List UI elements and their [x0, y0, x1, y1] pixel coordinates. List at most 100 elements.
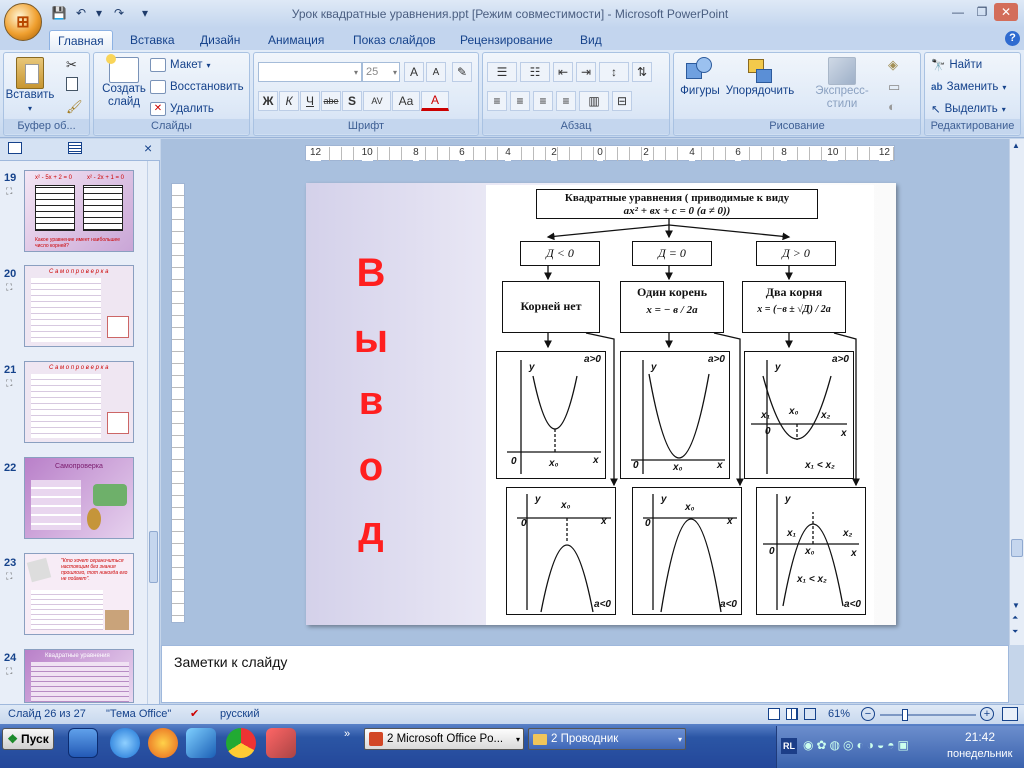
tab-home[interactable]: Главная: [49, 30, 113, 52]
tab-insert[interactable]: Вставка: [122, 30, 183, 50]
align-right-icon[interactable]: ≡: [533, 91, 553, 111]
slide-thumbnail-23[interactable]: "Кто хочет ограничиться настоящим без зн…: [24, 553, 134, 635]
columns-icon[interactable]: ▥: [579, 91, 609, 111]
char-spacing-button[interactable]: AV: [363, 91, 391, 111]
undo-icon[interactable]: ↶: [72, 4, 90, 22]
increase-indent-icon[interactable]: ⇥: [576, 62, 596, 82]
text-direction-icon[interactable]: ⇅: [632, 62, 652, 82]
align-text-icon[interactable]: ⊟: [612, 91, 632, 111]
replace-button[interactable]: ab Заменить ▾: [931, 77, 1006, 97]
tab-slideshow[interactable]: Показ слайдов: [345, 30, 444, 50]
undo-dropdown-icon[interactable]: ▾: [90, 4, 108, 22]
qat-customize-icon[interactable]: ▾: [136, 4, 154, 22]
shapes-button[interactable]: Фигуры: [678, 57, 722, 98]
normal-view-icon[interactable]: [768, 708, 780, 720]
app-cube-icon[interactable]: [186, 728, 216, 758]
language-bar[interactable]: RL: [781, 738, 797, 754]
font-color-button[interactable]: A: [421, 91, 449, 111]
slide-thumbnail-20[interactable]: С а м о п р о в е р к а: [24, 265, 134, 347]
close-pane-icon[interactable]: ×: [144, 140, 152, 156]
tab-design[interactable]: Дизайн: [192, 30, 248, 50]
notes-pane[interactable]: Заметки к слайду: [161, 645, 1009, 703]
outline-tab-icon[interactable]: [68, 142, 82, 154]
shape-outline-icon[interactable]: ▭: [888, 79, 900, 95]
tab-review[interactable]: Рецензирование: [452, 30, 561, 50]
arrange-button[interactable]: Упорядочить: [724, 57, 796, 98]
scrollbar-thumb[interactable]: [1011, 539, 1023, 557]
shadow-button[interactable]: S: [342, 91, 362, 111]
taskbar-explorer[interactable]: 2 Проводник ▾: [528, 728, 686, 750]
slide-thumbnail-21[interactable]: С а м о п р о в е р к а: [24, 361, 134, 443]
quick-styles-button[interactable]: Экспресс-стили: [800, 57, 884, 111]
paste-button[interactable]: Вставить ▾: [6, 57, 54, 115]
shape-fill-icon[interactable]: ◈: [888, 57, 898, 73]
numbering-icon[interactable]: ☷: [520, 62, 550, 82]
scrollbar-thumb[interactable]: [149, 531, 158, 583]
justify-icon[interactable]: ≡: [556, 91, 576, 111]
copy-icon[interactable]: [66, 77, 78, 91]
tray-icons[interactable]: ◉✿◍◎◐◑◒◓▣: [803, 738, 912, 752]
slideshow-icon[interactable]: [804, 708, 816, 720]
zoom-level[interactable]: 61%: [828, 708, 850, 720]
restore-icon[interactable]: ❐: [970, 3, 994, 21]
tab-animation[interactable]: Анимация: [260, 30, 332, 50]
underline-button[interactable]: Ч: [300, 91, 320, 111]
clock-time[interactable]: 21:42: [965, 730, 995, 744]
scroll-up-icon[interactable]: ▲: [1012, 141, 1020, 150]
slide-thumbnail-22[interactable]: Самопроверка: [24, 457, 134, 539]
shrink-font-button[interactable]: A: [426, 62, 446, 82]
zoom-out-icon[interactable]: −: [861, 707, 875, 721]
chrome-icon[interactable]: [226, 728, 256, 758]
taskbar-powerpoint[interactable]: 2 Microsoft Office Po... ▾: [364, 728, 524, 750]
slide-thumbnail-19[interactable]: x² - 5x + 2 = 0 x² - 2x + 1 = 0 Какое ур…: [24, 170, 134, 252]
font-size-combo[interactable]: 25 ▾: [362, 62, 400, 82]
reset-button[interactable]: Восстановить: [150, 77, 244, 97]
decrease-indent-icon[interactable]: ⇤: [553, 62, 573, 82]
tab-view[interactable]: Вид: [572, 30, 610, 50]
grow-font-button[interactable]: A: [404, 62, 424, 82]
italic-button[interactable]: К: [279, 91, 299, 111]
zoom-in-icon[interactable]: +: [980, 707, 994, 721]
redo-icon[interactable]: ↷: [110, 4, 128, 22]
find-button[interactable]: 🔭 Найти: [931, 55, 982, 75]
font-name-combo[interactable]: ▾: [258, 62, 362, 82]
layout-button[interactable]: Макет ▾: [150, 55, 211, 75]
slide-sorter-icon[interactable]: [786, 708, 798, 720]
delete-slide-button[interactable]: ✕ Удалить: [150, 99, 214, 119]
close-icon[interactable]: ✕: [994, 3, 1018, 21]
firefox-icon[interactable]: [148, 728, 178, 758]
strikethrough-button[interactable]: abe: [321, 91, 341, 111]
align-center-icon[interactable]: ≡: [510, 91, 530, 111]
align-left-icon[interactable]: ≡: [487, 91, 507, 111]
shape-effects-icon[interactable]: ◐: [888, 99, 896, 114]
cut-icon[interactable]: ✂: [66, 57, 77, 73]
bullets-icon[interactable]: ☰: [487, 62, 517, 82]
internet-explorer-icon[interactable]: [110, 728, 140, 758]
minimize-icon[interactable]: —: [946, 3, 970, 21]
taskbar-overflow-icon[interactable]: »: [344, 728, 350, 740]
spellcheck-icon[interactable]: ✔: [190, 707, 199, 720]
office-button[interactable]: ⊞: [4, 3, 42, 41]
next-slide-icon[interactable]: ⏷: [1012, 627, 1018, 637]
slide-thumbnail-24[interactable]: Квадратные уравнения: [24, 649, 134, 703]
scroll-down-icon[interactable]: ▼: [1012, 601, 1020, 610]
new-slide-button[interactable]: Создать слайд: [98, 54, 150, 109]
slides-pane-scrollbar[interactable]: [147, 161, 159, 705]
change-case-button[interactable]: Aa: [392, 91, 420, 111]
language-indicator[interactable]: русский: [220, 708, 259, 720]
bold-button[interactable]: Ж: [258, 91, 278, 111]
select-button[interactable]: ↖ Выделить ▾: [931, 99, 1006, 119]
slides-tab-icon[interactable]: [8, 142, 22, 154]
zoom-slider-thumb[interactable]: [902, 709, 908, 721]
zoom-slider[interactable]: [880, 714, 976, 716]
help-icon[interactable]: ?: [1005, 31, 1020, 46]
start-button[interactable]: ❖ Пуск: [2, 728, 54, 750]
line-spacing-icon[interactable]: ↕: [599, 62, 629, 82]
previous-slide-icon[interactable]: ⏶: [1012, 613, 1018, 623]
slide-scrollbar[interactable]: ▲ ▼ ⏶ ⏷: [1009, 139, 1024, 645]
fit-to-window-icon[interactable]: [1002, 707, 1018, 721]
clear-formatting-button[interactable]: ✎: [452, 62, 472, 82]
app-icon[interactable]: [266, 728, 296, 758]
format-painter-icon[interactable]: 🖌: [66, 99, 83, 115]
save-icon[interactable]: 💾: [50, 4, 68, 22]
